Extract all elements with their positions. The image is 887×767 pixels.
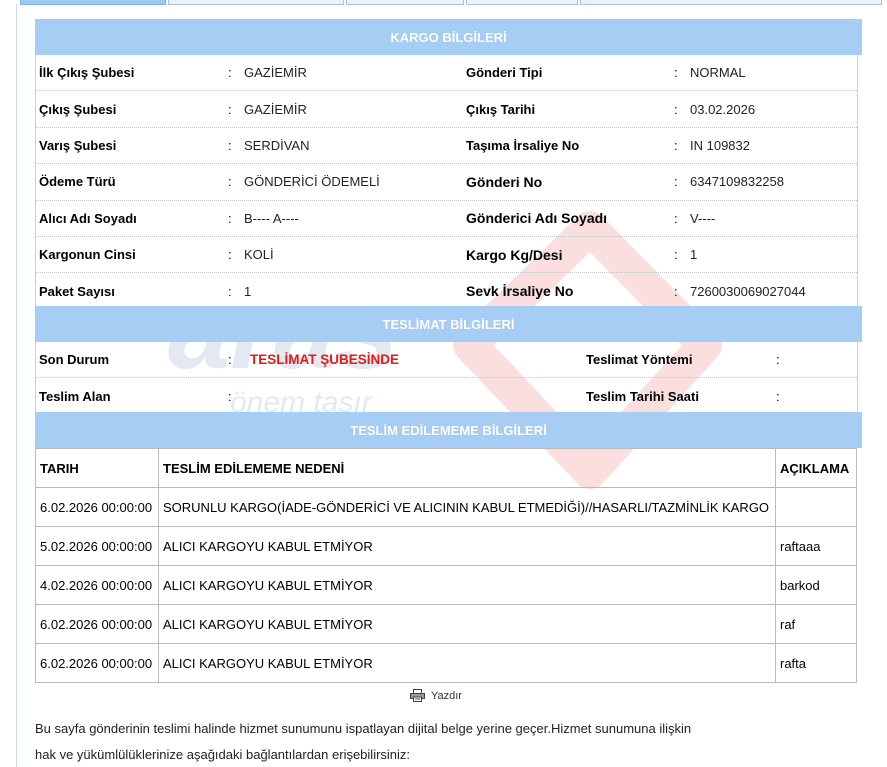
field-label: Kargo Kg/Desi: [466, 246, 563, 263]
field-label: Taşıma İrsaliye No: [466, 137, 580, 153]
field-label: İlk Çıkış Şubesi: [39, 65, 135, 81]
colon: :: [228, 210, 232, 226]
cell-aciklama: raf: [775, 604, 857, 644]
table-row: 5.02.2026 00:00:00 ALICI KARGOYU KABUL ET…: [35, 526, 857, 566]
row-son-durum: Son Durum : TESLİMAT ŞUBESİNDE Teslimat …: [36, 342, 857, 379]
kargo-row: İlk Çıkış Şubesi: GAZİEMİR Gönderi Tipi: NO…: [36, 55, 857, 92]
field-label: Gönderi No: [466, 173, 543, 190]
son-durum-value: TESLİMAT ŞUBESİNDE: [250, 352, 400, 368]
field-label: Çıkış Tarihi: [466, 101, 536, 117]
cell-neden: SORUNLU KARGO(İADE-GÖNDERİCİ VE ALICININ…: [158, 487, 776, 527]
field-value: 1: [690, 247, 698, 263]
colon: :: [228, 388, 232, 404]
kargo-row: Varış Şubesi: SERDİVAN Taşıma İrsaliye No:…: [36, 128, 857, 165]
print-button[interactable]: Yazdır: [410, 689, 462, 702]
field-value: B---- A----: [244, 210, 299, 226]
colon: :: [228, 247, 232, 263]
cell-tarih: 6.02.2026 00:00:00: [35, 604, 159, 644]
cell-neden: ALICI KARGOYU KABUL ETMİYOR: [158, 526, 776, 566]
teslimat-yontemi-label: Teslimat Yöntemi: [586, 352, 693, 368]
field-value: IN 109832: [690, 137, 750, 153]
field-label: Kargonun Cinsi: [39, 247, 136, 263]
table-header-row: TARIH TESLİM EDİLEMEME NEDENİ AÇIKLAMA: [35, 448, 857, 488]
colon: :: [228, 65, 232, 81]
colon: :: [228, 137, 232, 153]
print-label: Yazdır: [431, 689, 462, 702]
colon: :: [776, 388, 780, 404]
colon: :: [674, 65, 678, 81]
colon: :: [776, 352, 780, 368]
cell-neden: ALICI KARGOYU KABUL ETMİYOR: [158, 643, 776, 683]
table-row: 6.02.2026 00:00:00 ALICI KARGOYU KABUL ET…: [35, 643, 857, 683]
cell-tarih: 6.02.2026 00:00:00: [35, 487, 159, 527]
table-row: 6.02.2026 00:00:00 ALICI KARGOYU KABUL ET…: [35, 604, 857, 644]
cell-aciklama: barkod: [775, 565, 857, 605]
field-label: Alıcı Adı Soyadı: [39, 210, 137, 226]
cell-tarih: 6.02.2026 00:00:00: [35, 643, 159, 683]
field-value: KOLİ: [244, 247, 274, 263]
field-value: 1: [244, 283, 252, 299]
table-row: 4.02.2026 00:00:00 ALICI KARGOYU KABUL ET…: [35, 565, 857, 605]
kargo-info-grid: İlk Çıkış Şubesi: GAZİEMİR Gönderi Tipi: NO…: [35, 55, 858, 309]
field-value: NORMAL: [690, 65, 746, 81]
teslimat-info-grid: Son Durum : TESLİMAT ŞUBESİNDE Teslimat …: [35, 342, 858, 414]
field-value: GÖNDERİCİ ÖDEMELİ: [244, 174, 380, 190]
colon: :: [228, 352, 232, 368]
printer-icon: [410, 689, 425, 702]
cell-tarih: 5.02.2026 00:00:00: [35, 526, 159, 566]
field-value: V----: [690, 210, 716, 226]
kargo-row: Ödeme Türü: GÖNDERİCİ ÖDEMELİ Gönderi No:6…: [36, 164, 857, 201]
undelivered-table: TARIH TESLİM EDİLEMEME NEDENİ AÇIKLAMA 6…: [35, 448, 857, 683]
field-value: GAZİEMİR: [244, 65, 307, 81]
teslim-tarihi-label: Teslim Tarihi Saati: [586, 388, 699, 404]
teslim-alan-label: Teslim Alan: [39, 388, 111, 404]
info-note-line-1: Bu sayfa gönderinin teslimi halinde hizm…: [35, 721, 692, 736]
colon: :: [228, 283, 232, 299]
field-value: 6347109832258: [690, 174, 784, 190]
son-durum-label: Son Durum: [39, 352, 110, 368]
field-value: 7260030069027044: [690, 283, 806, 299]
info-note-line-2: hak ve yükümlülüklerinize aşağıdaki bağl…: [35, 747, 411, 762]
field-value: GAZİEMİR: [244, 101, 307, 117]
kargo-row: Paket Sayısı:1 Sevk İrsaliye No:726003006…: [36, 273, 857, 308]
cell-aciklama: rafta: [775, 643, 857, 683]
kargo-row: Kargonun Cinsi: KOLİ Kargo Kg/Desi:1: [36, 237, 857, 274]
colon: :: [674, 210, 678, 226]
cell-tarih: 4.02.2026 00:00:00: [35, 565, 159, 605]
field-label: Varış Şubesi: [39, 137, 117, 153]
colon: :: [228, 174, 232, 190]
cell-aciklama: [775, 487, 857, 527]
cell-neden: ALICI KARGOYU KABUL ETMİYOR: [158, 604, 776, 644]
teslimat-section-header: TESLİMAT BİLGİLERİ: [35, 306, 862, 342]
field-value: SERDİVAN: [244, 137, 310, 153]
kargo-row: Alıcı Adı Soyadı: B---- A---- Gönderici Ad…: [36, 201, 857, 237]
col-header-aciklama: AÇIKLAMA: [775, 448, 857, 488]
cell-neden: ALICI KARGOYU KABUL ETMİYOR: [158, 565, 776, 605]
colon: :: [674, 101, 678, 117]
row-teslim-alan: Teslim Alan : Teslim Tarihi Saati :: [36, 378, 857, 413]
field-label: Sevk İrsaliye No: [466, 283, 574, 300]
colon: :: [674, 174, 678, 190]
cell-aciklama: raftaaa: [775, 526, 857, 566]
field-label: Gönderi Tipi: [466, 65, 543, 81]
field-value: 03.02.2026: [690, 101, 756, 117]
colon: :: [674, 137, 678, 153]
field-label: Çıkış Şubesi: [39, 101, 117, 117]
kargo-row: Çıkış Şubesi: GAZİEMİR Çıkış Tarihi:03.02.…: [36, 91, 857, 128]
colon: :: [228, 101, 232, 117]
kargo-section-header: KARGO BİLGİLERİ: [35, 19, 862, 55]
field-label: Gönderici Adı Soyadı: [466, 210, 608, 227]
field-label: Paket Sayısı: [39, 283, 115, 299]
undelivered-section-header: TESLİM EDİLEMEME BİLGİLERİ: [35, 412, 862, 448]
field-label: Ödeme Türü: [39, 174, 116, 190]
col-header-neden: TESLİM EDİLEMEME NEDENİ: [158, 448, 776, 488]
colon: :: [674, 247, 678, 263]
col-header-tarih: TARIH: [35, 448, 159, 488]
table-row: 6.02.2026 00:00:00 SORUNLU KARGO(İADE-GÖN…: [35, 487, 857, 527]
colon: :: [674, 283, 678, 299]
